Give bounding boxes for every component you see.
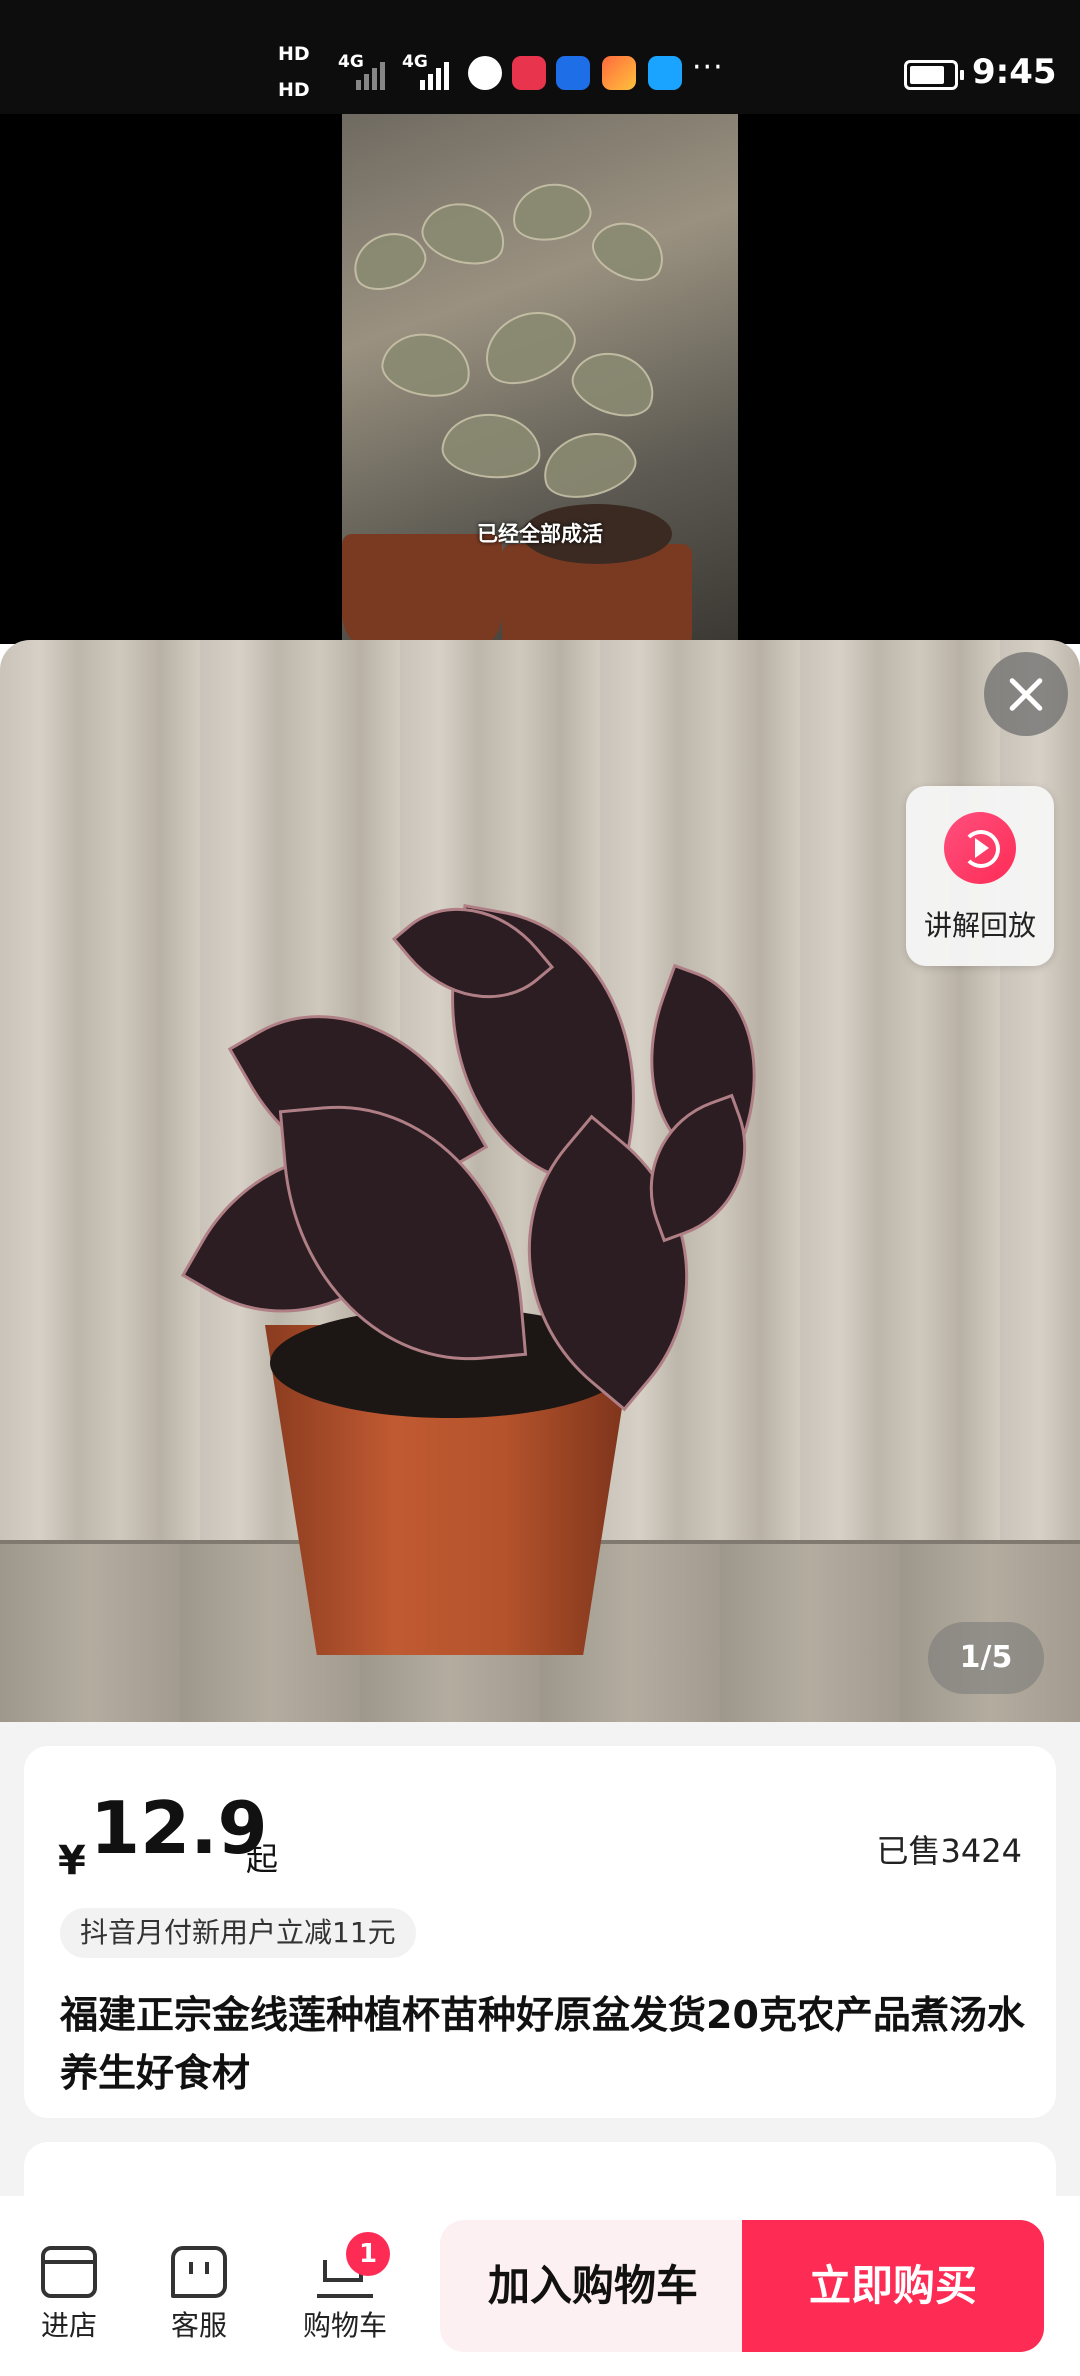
currency-symbol: ¥ bbox=[58, 1838, 86, 1884]
kuaishou-app-icon bbox=[602, 56, 636, 90]
cart-count-badge: 1 bbox=[346, 2232, 390, 2276]
video-frame[interactable]: 已经全部成活 bbox=[342, 114, 738, 644]
store-label: 进店 bbox=[40, 2309, 97, 2342]
close-button[interactable] bbox=[984, 652, 1068, 736]
product-info-card: ¥ 12.9 起 已售3424 抖音月付新用户立减11元 福建正宗金线莲种植杯苗… bbox=[24, 1746, 1056, 2118]
replay-label: 讲解回放 bbox=[923, 909, 1036, 942]
gallery-page-indicator: 1/5 bbox=[928, 1622, 1044, 1694]
service-button[interactable]: 客服 bbox=[144, 2246, 254, 2344]
price: 12.9 bbox=[90, 1786, 268, 1870]
bulb-app-icon bbox=[556, 56, 590, 90]
bottom-action-bar: 进店 客服 购物车 1 加入购物车 立即购买 bbox=[0, 2196, 1080, 2376]
signal-icon-1 bbox=[356, 56, 385, 90]
video-preview[interactable]: 已经全部成活 bbox=[0, 114, 1080, 644]
product-title: 福建正宗金线莲种植杯苗种好原盆发货20克农产品煮汤水养生好食材 bbox=[60, 1993, 1025, 2095]
sold-count: 已售3424 bbox=[876, 1832, 1022, 1870]
more-notifications-icon: ··· bbox=[692, 50, 724, 85]
service-label: 客服 bbox=[170, 2309, 227, 2342]
add-to-cart-button[interactable]: 加入购物车 bbox=[440, 2220, 746, 2352]
promo-tag[interactable]: 抖音月付新用户立减11元 bbox=[60, 1908, 416, 1958]
search-app-icon bbox=[648, 56, 682, 90]
hd2-label: HD bbox=[278, 79, 310, 101]
chat-icon bbox=[171, 2246, 227, 2298]
replay-button[interactable]: 讲解回放 bbox=[906, 786, 1054, 966]
browser-app-icon bbox=[468, 56, 502, 90]
hd1-label: HD bbox=[278, 43, 310, 65]
store-button[interactable]: 进店 bbox=[14, 2246, 124, 2344]
cart-label: 购物车 bbox=[302, 2309, 387, 2342]
battery-icon bbox=[904, 60, 964, 90]
replay-icon bbox=[944, 812, 1016, 884]
hd-indicator: HD HD bbox=[278, 42, 310, 114]
product-content: ¥ 12.9 起 已售3424 抖音月付新用户立减11元 福建正宗金线莲种植杯苗… bbox=[0, 1722, 1080, 2222]
reader-app-icon bbox=[512, 56, 546, 90]
store-icon bbox=[41, 2246, 97, 2298]
buy-now-button[interactable]: 立即购买 bbox=[742, 2220, 1044, 2352]
price-suffix: 起 bbox=[246, 1840, 279, 1878]
clock: 9:45 bbox=[972, 52, 1057, 92]
video-caption: 已经全部成活 bbox=[477, 522, 603, 546]
signal-icon-2 bbox=[420, 56, 449, 90]
status-bar: HD HD 4G 4G ··· 9:45 bbox=[0, 0, 1080, 114]
